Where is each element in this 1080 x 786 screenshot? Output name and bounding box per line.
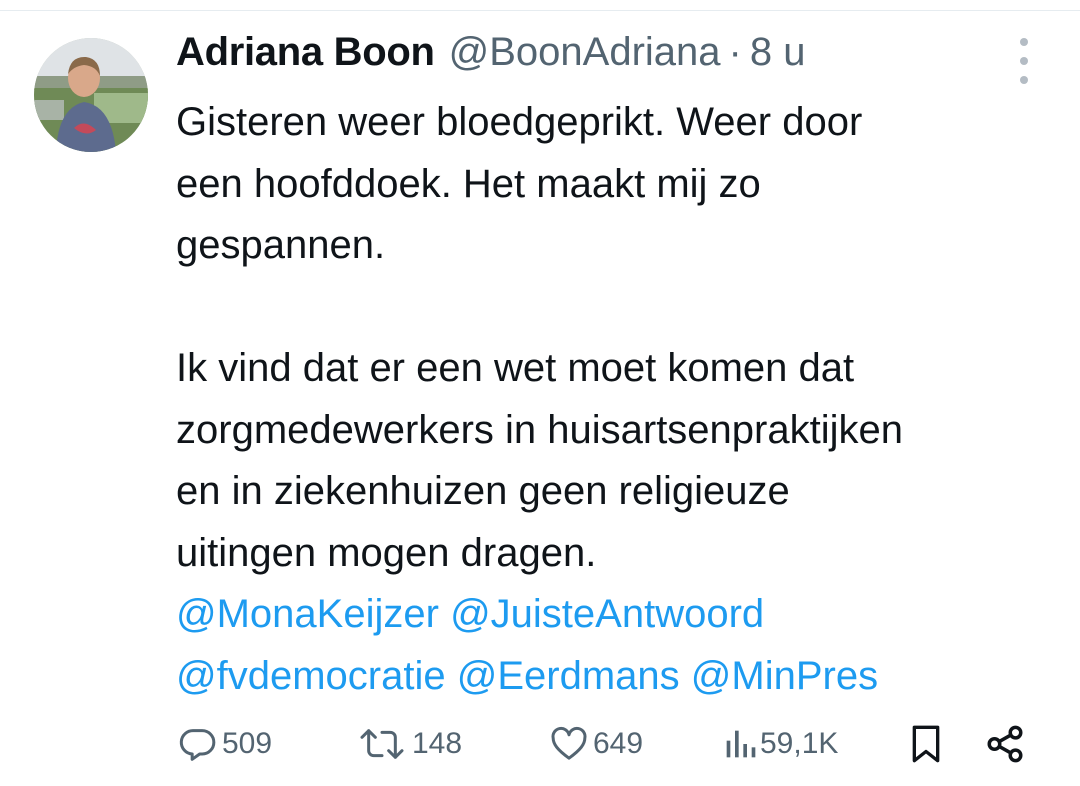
- more-options-button[interactable]: [1006, 38, 1042, 84]
- share-button[interactable]: [984, 716, 1026, 772]
- avatar[interactable]: [34, 38, 148, 152]
- retweet-button[interactable]: 148: [354, 716, 462, 772]
- reply-button[interactable]: 509: [176, 716, 272, 772]
- top-divider: [0, 0, 1080, 11]
- text-line: en in ziekenhuizen geen religieuze: [176, 469, 790, 513]
- reply-count: 509: [222, 727, 273, 760]
- retweet-icon: [360, 729, 404, 759]
- more-icon: [1020, 38, 1028, 46]
- mention-link[interactable]: @fvdemocratie: [176, 654, 446, 698]
- text-line: zorgmedewerkers in huisartsenpraktijken: [176, 407, 903, 452]
- views-icon: [726, 730, 756, 758]
- text-line: Gisteren weer bloedgeprikt. Weer door: [176, 100, 863, 144]
- mentions-line: @fvdemocratie @Eerdmans @MinPres: [176, 646, 1056, 708]
- mention-link[interactable]: @MonaKeijzer: [176, 592, 439, 636]
- mention-link[interactable]: @Eerdmans: [457, 654, 680, 698]
- mention-link[interactable]: @MinPres: [691, 654, 878, 698]
- text-line: Ik vind dat er een wet moet komen dat: [176, 346, 855, 390]
- like-button[interactable]: 649: [547, 716, 643, 772]
- mention-link[interactable]: @JuisteAntwoord: [450, 592, 764, 636]
- reply-icon: [179, 729, 216, 761]
- author-name[interactable]: Adriana Boon: [176, 30, 435, 75]
- retweet-count: 148: [412, 727, 463, 760]
- text-line: uitingen mogen dragen.: [176, 530, 597, 575]
- avatar-image: [34, 38, 148, 152]
- text-line: gespannen.: [176, 223, 386, 267]
- like-count: 649: [593, 727, 644, 760]
- header-separator: ·: [728, 30, 742, 74]
- text-line: een hoofddoek. Het maakt mij zo: [176, 161, 761, 206]
- mentions-line: @MonaKeijzer @JuisteAntwoord: [176, 584, 1056, 646]
- like-icon: [551, 726, 587, 760]
- views-button[interactable]: 59,1K: [722, 716, 838, 772]
- tweet-text: Gisteren weer bloedgeprikt. Weer door ee…: [176, 92, 1056, 707]
- tweet-time[interactable]: 8 u: [750, 30, 806, 75]
- view-count: 59,1K: [760, 727, 839, 760]
- action-bar: 509 148 649 59,1K: [0, 716, 1080, 772]
- author-handle[interactable]: @BoonAdriana: [449, 30, 721, 75]
- share-icon: [987, 725, 1023, 763]
- bookmark-button[interactable]: [906, 716, 946, 772]
- bookmark-icon: [912, 725, 940, 763]
- tweet-header: Adriana Boon @BoonAdriana · 8 u: [176, 30, 805, 90]
